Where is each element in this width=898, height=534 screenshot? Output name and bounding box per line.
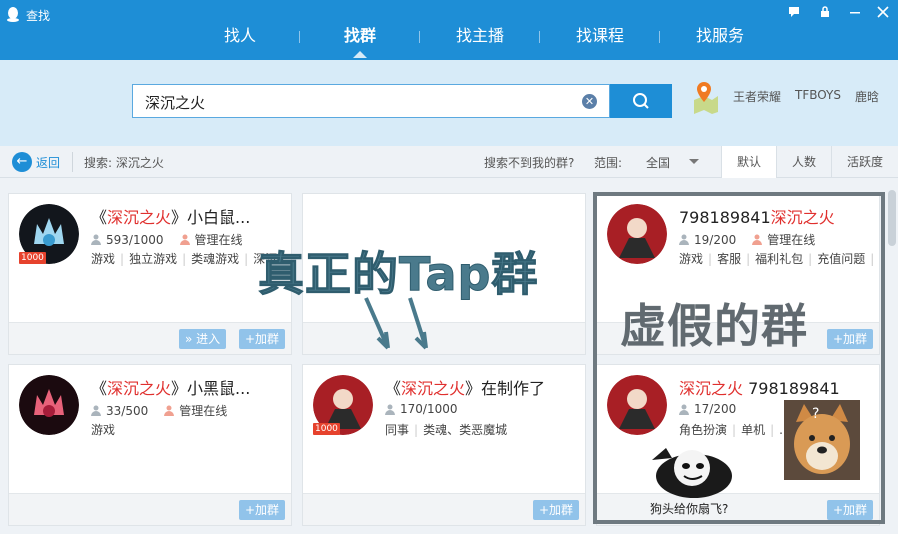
main-tabs: 找人 找群 找主播 找课程 找服务 — [180, 22, 780, 58]
group-meta: 33/500 管理在线 — [91, 402, 227, 419]
search-area: ✕ 王者荣耀 TFBOYS 鹿晗 — [0, 60, 898, 146]
doge-question-mark: ? — [812, 406, 820, 422]
scrollbar[interactable] — [888, 190, 896, 246]
group-meta: 593/1000 管理在线 — [91, 231, 243, 248]
lock-icon[interactable] — [818, 6, 832, 20]
annotation-fake: 虚假的群 — [620, 299, 808, 353]
group-name: 《深沉之火》在制作了 — [385, 379, 546, 398]
chevron-down-icon[interactable] — [689, 159, 699, 164]
admin-status: 管理在线 — [179, 231, 243, 248]
join-group-button[interactable]: +加群 — [239, 329, 286, 349]
arrow-down-icon — [364, 297, 428, 350]
doge-image: ? — [784, 400, 860, 480]
panda-meme-icon — [652, 448, 732, 498]
admin-status: 管理在线 — [164, 402, 227, 419]
title-bar: 查找 找人 找群 找主播 找课程 找服务 — [0, 0, 898, 60]
group-card[interactable]: 1000 《深沉之火》在制作了 170/1000 同事 | 类魂、类恶魔城 +加群 — [302, 364, 586, 526]
search-input[interactable] — [145, 92, 565, 112]
admin-icon — [164, 405, 175, 416]
minimize-icon[interactable] — [848, 6, 862, 20]
tab-find-people[interactable]: 找人 — [180, 22, 300, 54]
window-title: 查找 — [26, 9, 51, 23]
group-card[interactable]: 1000 《深沉之火》小白鼠... 593/1000 管理在线 游戏 | 独立游戏 |… — [8, 193, 292, 355]
sort-tab-members[interactable]: 人数 — [776, 146, 831, 178]
enter-button[interactable]: » 进入 — [179, 329, 227, 349]
tab-find-course[interactable]: 找课程 — [540, 22, 660, 54]
member-icon — [385, 404, 395, 415]
sort-tab-default[interactable]: 默认 — [721, 146, 776, 178]
search-button[interactable] — [610, 84, 672, 118]
location-map-icon[interactable] — [690, 80, 720, 114]
group-tags: 游戏 — [91, 423, 116, 437]
search-icon — [633, 93, 649, 109]
group-tags: 同事 | 类魂、类恶魔城 — [385, 423, 508, 437]
hot-link[interactable]: TFBOYS — [795, 88, 841, 105]
close-icon[interactable] — [876, 6, 890, 20]
sort-tab-activity[interactable]: 活跃度 — [831, 146, 898, 178]
tab-find-service[interactable]: 找服务 — [660, 22, 780, 54]
group-name: 《深沉之火》小黑鼠... — [91, 379, 251, 398]
scope-label: 范围: — [594, 156, 623, 170]
join-group-button[interactable]: +加群 — [533, 500, 580, 520]
qq-penguin-icon — [7, 7, 19, 22]
clear-icon[interactable]: ✕ — [582, 94, 597, 109]
scope-dropdown[interactable]: 全国 — [646, 154, 670, 171]
member-icon — [91, 234, 101, 245]
tab-find-streamer[interactable]: 找主播 — [420, 22, 540, 54]
back-arrow-icon: ← — [12, 152, 32, 172]
group-card[interactable]: 《深沉之火》小黑鼠... 33/500 管理在线 游戏 +加群 — [8, 364, 292, 526]
filter-bar: ← 返回 搜索: 深沉之火 搜索不到我的群? 范围: 全国 默认 人数 活跃度 — [0, 146, 898, 178]
group-name: 《深沉之火》小白鼠... — [91, 208, 251, 227]
capacity-badge: 1000 — [313, 423, 340, 435]
member-icon — [91, 405, 101, 416]
search-query-label: 搜索: 深沉之火 — [84, 156, 164, 170]
back-label: 返回 — [36, 155, 61, 170]
join-group-button[interactable]: +加群 — [239, 500, 286, 520]
hot-search-links: 王者荣耀 TFBOYS 鹿晗 — [733, 88, 879, 105]
not-found-link[interactable]: 搜索不到我的群? — [484, 154, 574, 171]
group-avatar — [19, 375, 79, 435]
group-meta: 170/1000 — [385, 402, 458, 416]
capacity-badge: 1000 — [19, 252, 46, 264]
meme-caption: 狗头给你扇飞? — [650, 502, 729, 516]
tab-find-group[interactable]: 找群 — [300, 22, 420, 58]
hot-link[interactable]: 鹿晗 — [855, 88, 879, 105]
admin-icon — [179, 234, 190, 245]
feedback-icon[interactable] — [787, 6, 801, 20]
search-box: ✕ — [132, 84, 610, 118]
back-button[interactable]: ← 返回 — [12, 152, 60, 172]
hot-link[interactable]: 王者荣耀 — [733, 88, 781, 105]
